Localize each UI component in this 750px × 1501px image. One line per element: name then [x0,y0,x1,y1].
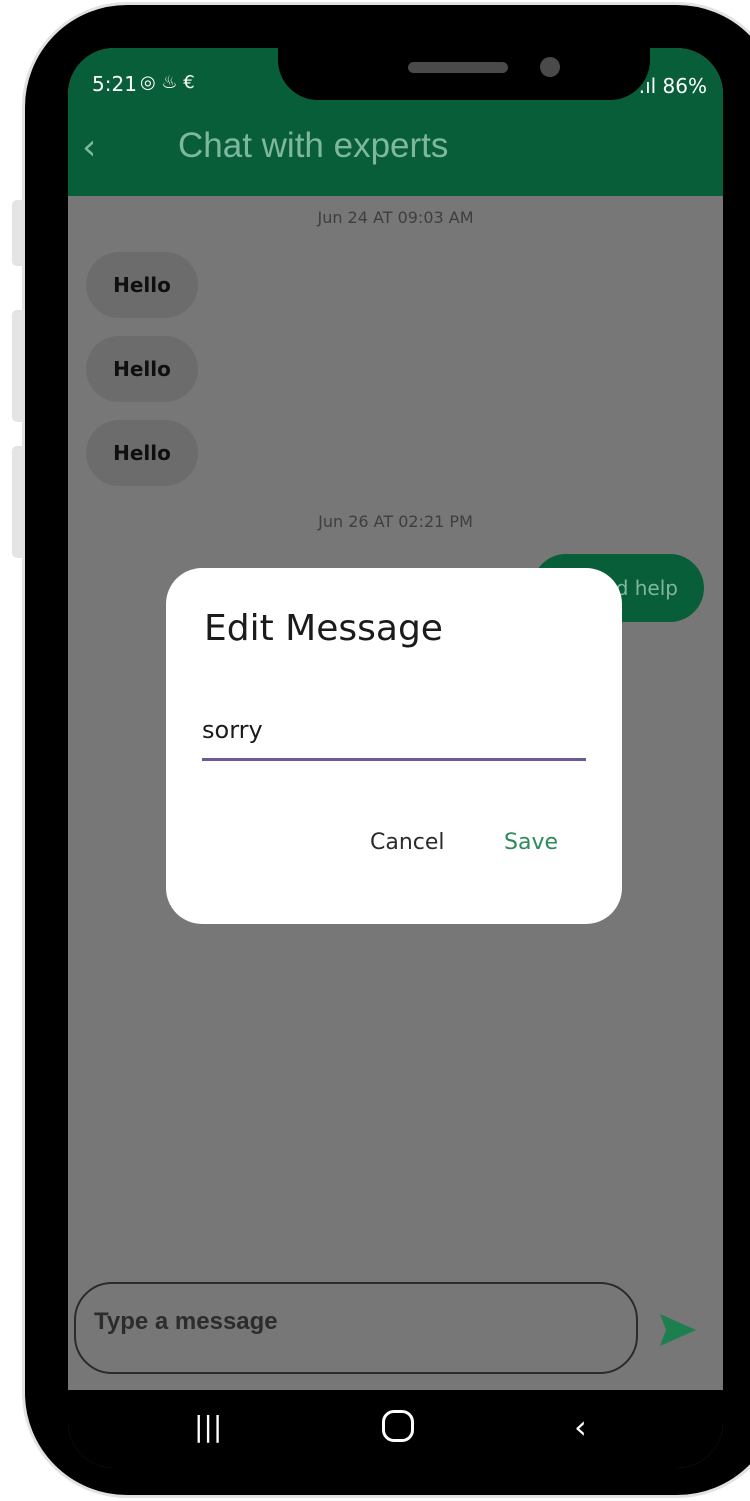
dialog-title: Edit Message [204,608,443,649]
system-nav-bar: ||| ‹ [68,1390,723,1468]
speaker [408,62,508,73]
edit-message-field[interactable]: sorry [202,708,586,761]
message-bubble-incoming[interactable]: Hello [86,420,198,486]
date-separator-1: Jun 24 AT 09:03 AM [317,208,474,227]
edit-message-dialog: Edit Message sorry Cancel Save [166,568,622,924]
camera [540,57,560,77]
edit-message-value: sorry [202,716,263,744]
message-input[interactable]: Type a message [74,1282,638,1374]
send-icon[interactable] [656,1310,700,1350]
date-separator-2: Jun 26 AT 02:21 PM [318,512,473,531]
app-bar: 5:21 ◎ ♨ € ᯤ.ıl 86% ‹ Chat with experts [68,48,723,196]
cancel-button[interactable]: Cancel [370,830,445,855]
save-button[interactable]: Save [504,830,558,855]
message-bubble-incoming[interactable]: Hello [86,252,198,318]
recents-icon[interactable]: ||| [194,1410,222,1443]
chevron-left-icon[interactable]: ‹ [82,130,118,166]
home-icon[interactable] [382,1410,414,1442]
phone-screen: 5:21 ◎ ♨ € ᯤ.ıl 86% ‹ Chat with experts … [68,48,723,1468]
status-time: 5:21 [92,72,137,96]
message-input-placeholder: Type a message [94,1308,278,1335]
status-icons: ◎ ♨ € [140,72,195,93]
page-title: Chat with experts [178,126,449,165]
notch [278,48,650,100]
back-icon[interactable]: ‹ [574,1408,587,1446]
message-bubble-incoming[interactable]: Hello [86,336,198,402]
